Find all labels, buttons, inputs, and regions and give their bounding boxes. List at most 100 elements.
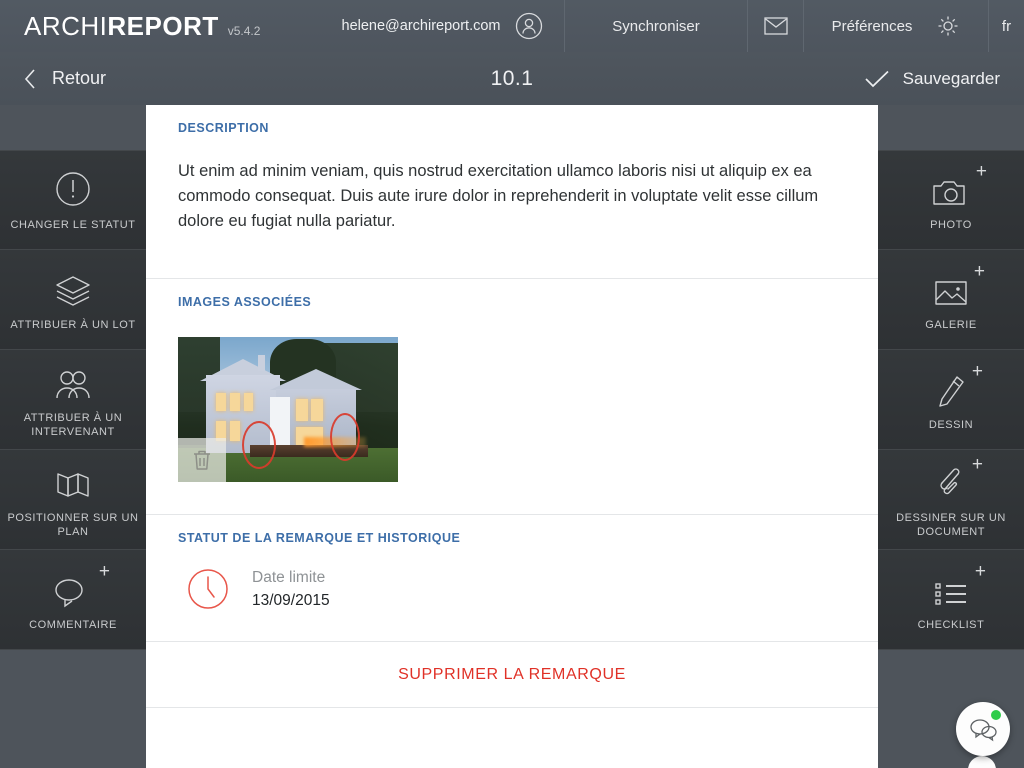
sidebar-item-dessiner-document[interactable]: + DESSINER SUR UN DOCUMENT xyxy=(878,450,1024,550)
user-avatar-icon[interactable] xyxy=(515,12,543,40)
photo-window xyxy=(230,421,240,441)
save-label: Sauvegarder xyxy=(902,68,1000,88)
save-button[interactable]: Sauvegarder xyxy=(865,52,1000,105)
delete-image-button[interactable] xyxy=(178,438,226,482)
photo-chimney xyxy=(258,355,265,371)
plus-badge-icon: + xyxy=(975,161,987,182)
trash-icon[interactable] xyxy=(191,448,213,472)
left-sidebar: CHANGER LE STATUT ATTRIBUER À UN LOT ATT… xyxy=(0,105,146,768)
app-logo[interactable]: ARCHIREPORT v5.4.2 xyxy=(0,0,320,52)
sidebar-item-positionner-plan[interactable]: POSITIONNER SUR UN PLAN xyxy=(0,450,146,550)
history-section: STATUT DE LA REMARQUE ET HISTORIQUE Date… xyxy=(146,515,878,641)
history-entry-label: Date limite xyxy=(252,568,326,586)
plus-badge-icon: + xyxy=(971,360,983,382)
plus-badge-icon: + xyxy=(971,453,983,475)
pencil-icon: + xyxy=(935,362,983,408)
exclamation-circle-icon xyxy=(54,168,92,208)
description-section-title: DESCRIPTION xyxy=(178,121,269,135)
paperclip-icon: + xyxy=(935,455,983,501)
chat-widget-button[interactable] xyxy=(956,702,1010,756)
language-label: fr xyxy=(1001,17,1012,35)
description-section: DESCRIPTION Ut enim ad minim veniam, qui… xyxy=(146,105,878,278)
sync-button[interactable]: Synchroniser xyxy=(565,0,748,52)
brand-name: ARCHIREPORT xyxy=(24,11,219,42)
delete-remark-label: SUPPRIMER LA REMARQUE xyxy=(398,665,626,683)
messages-button[interactable] xyxy=(748,0,804,52)
plus-badge-icon: + xyxy=(98,560,110,582)
description-text[interactable]: Ut enim ad minim veniam, quis nostrud ex… xyxy=(178,159,846,234)
left-sidebar-spacer-bottom xyxy=(0,650,146,768)
camera-icon: + xyxy=(931,162,987,208)
sidebar-item-commentaire[interactable]: + COMMENTAIRE xyxy=(0,550,146,650)
preferences-label: Préférences xyxy=(831,17,913,35)
history-entry[interactable]: Date limite 13/09/2015 xyxy=(178,567,846,611)
right-sidebar: + PHOTO + GALERIE + DESSIN + DESSINER SU… xyxy=(878,105,1024,768)
left-sidebar-spacer-top xyxy=(0,105,146,150)
app-version: v5.4.2 xyxy=(227,23,261,38)
sidebar-item-label: DESSIN xyxy=(928,418,974,431)
map-icon xyxy=(55,461,91,501)
check-icon[interactable] xyxy=(865,70,889,88)
plus-badge-icon: + xyxy=(974,560,986,582)
house-photo-thumbnail[interactable] xyxy=(178,337,398,482)
sidebar-item-label: PHOTO xyxy=(930,219,972,231)
images-section-title: IMAGES ASSOCIÉES xyxy=(178,295,312,309)
images-section: IMAGES ASSOCIÉES xyxy=(146,279,878,514)
annotation-circle xyxy=(242,421,276,469)
top-header: ARCHIREPORT v5.4.2 helene@archireport.co… xyxy=(0,0,1024,52)
gear-icon[interactable] xyxy=(936,14,960,38)
app-root: ARCHIREPORT v5.4.2 helene@archireport.co… xyxy=(0,0,1024,768)
photo-window xyxy=(216,393,226,411)
picture-icon: + xyxy=(933,262,985,308)
images-spacer xyxy=(178,482,846,514)
sidebar-item-label: POSITIONNER SUR UN PLAN xyxy=(7,511,139,538)
history-spacer xyxy=(178,611,846,641)
preferences-button[interactable]: Préférences xyxy=(804,0,989,52)
sidebar-item-label: CHANGER LE STATUT xyxy=(10,219,136,231)
photo-window xyxy=(230,393,240,411)
chat-bubbles-icon[interactable] xyxy=(968,716,998,742)
sidebar-item-galerie[interactable]: + GALERIE xyxy=(878,250,1024,350)
photo-window xyxy=(311,399,323,421)
plus-badge-icon: + xyxy=(973,260,985,282)
photo-window xyxy=(244,393,253,411)
delete-remark-button[interactable]: SUPPRIMER LA REMARQUE xyxy=(146,642,878,707)
sidebar-item-label: DESSINER SUR UN DOCUMENT xyxy=(896,511,1006,538)
photo-roof-right xyxy=(270,369,362,390)
people-icon xyxy=(53,361,93,401)
sidebar-item-label: ATTRIBUER À UN INTERVENANT xyxy=(23,411,123,438)
envelope-icon[interactable] xyxy=(763,17,788,35)
right-sidebar-items: + PHOTO + GALERIE + DESSIN + DESSINER SU… xyxy=(878,150,1024,650)
history-entry-text: Date limite 13/09/2015 xyxy=(252,569,330,610)
sidebar-item-dessin[interactable]: + DESSIN xyxy=(878,350,1024,450)
speech-bubble-icon: + xyxy=(52,562,110,608)
layers-icon xyxy=(53,268,93,308)
sidebar-item-changer-statut[interactable]: CHANGER LE STATUT xyxy=(0,150,146,250)
history-section-title: STATUT DE LA REMARQUE ET HISTORIQUE xyxy=(178,531,461,545)
sidebar-item-label: CHECKLIST xyxy=(917,618,985,631)
language-selector[interactable]: fr xyxy=(989,0,1024,52)
section-divider xyxy=(146,707,878,708)
sidebar-item-photo[interactable]: + PHOTO xyxy=(878,150,1024,250)
online-status-dot xyxy=(991,710,1001,720)
sidebar-item-attribuer-lot[interactable]: ATTRIBUER À UN LOT xyxy=(0,250,146,350)
sidebar-item-attribuer-intervenant[interactable]: ATTRIBUER À UN INTERVENANT xyxy=(0,350,146,450)
brand-prefix: ARCHI xyxy=(24,10,108,41)
detail-panel: DESCRIPTION Ut enim ad minim veniam, qui… xyxy=(146,105,878,768)
annotation-circle xyxy=(330,413,360,461)
sidebar-item-checklist[interactable]: + CHECKLIST xyxy=(878,550,1024,650)
checklist-icon: + xyxy=(932,562,986,608)
account-cell[interactable]: helene@archireport.com xyxy=(320,0,565,52)
brand-suffix: REPORT xyxy=(107,10,219,41)
right-sidebar-spacer-top xyxy=(878,105,1024,150)
sub-navigation-bar: Retour 10.1 Sauvegarder xyxy=(0,52,1024,105)
photo-window xyxy=(296,399,308,421)
sync-label: Synchroniser xyxy=(612,17,700,35)
image-thumbnail-item[interactable] xyxy=(178,337,398,482)
clock-icon xyxy=(186,567,230,611)
history-entry-value: 13/09/2015 xyxy=(252,591,330,609)
account-email: helene@archireport.com xyxy=(341,18,501,34)
left-sidebar-items: CHANGER LE STATUT ATTRIBUER À UN LOT ATT… xyxy=(0,150,146,650)
sidebar-item-label: COMMENTAIRE xyxy=(29,618,117,631)
